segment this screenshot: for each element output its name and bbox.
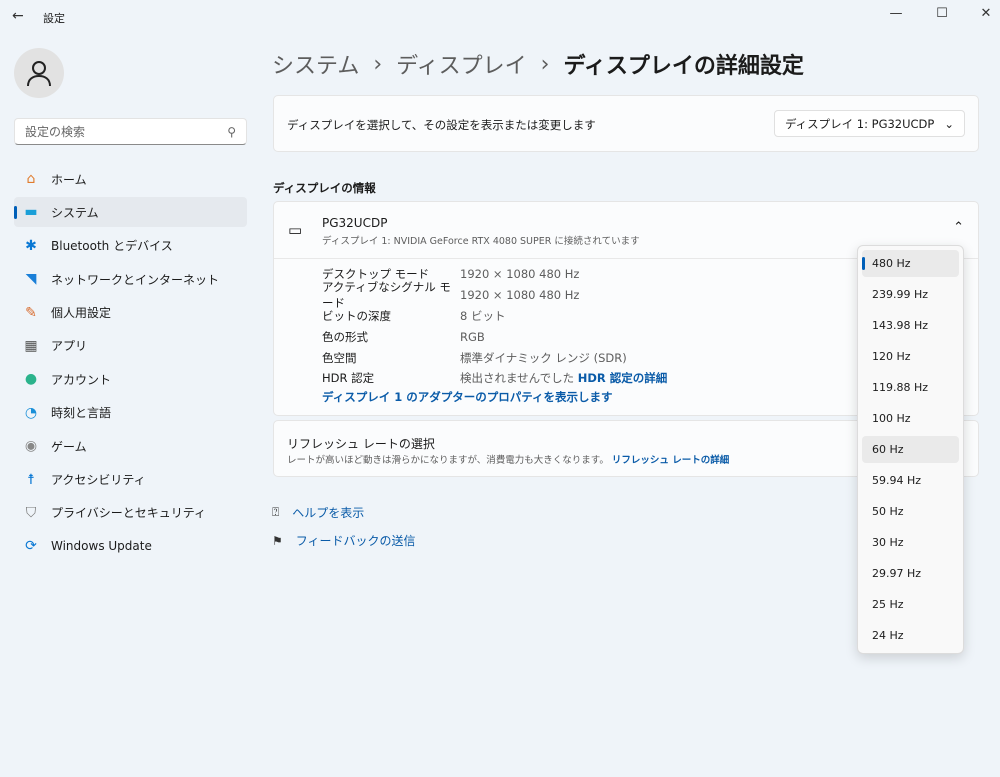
breadcrumb-system[interactable]: システム <box>272 48 359 80</box>
refresh-title: リフレッシュ レートの選択 <box>287 437 435 451</box>
sidebar-item-label: アクセシビリティ <box>51 473 146 488</box>
info-key: アクティブなシグナル モード <box>322 280 451 311</box>
minimize-button[interactable]: — <box>886 6 906 21</box>
sidebar-item-label: アプリ <box>51 339 88 354</box>
sidebar-item-bluetooth[interactable]: ✱ Bluetooth とデバイス <box>14 231 247 261</box>
chevron-right-icon: › <box>540 51 550 77</box>
section-title: ディスプレイの情報 <box>273 181 376 195</box>
wifi-icon: ◥ <box>25 271 37 288</box>
game-icon: ◉ <box>24 438 38 455</box>
account-icon: ● <box>24 371 38 388</box>
info-value: 8 ビット <box>460 308 506 323</box>
refresh-option[interactable]: 100 Hz <box>862 405 959 432</box>
feedback-label: フィードバックの送信 <box>295 534 416 548</box>
refresh-option[interactable]: 30 Hz <box>862 529 959 556</box>
search-icon: ⚲ <box>227 124 236 139</box>
info-key: ビットの深度 <box>322 308 391 323</box>
sidebar-item-label: Bluetooth とデバイス <box>51 239 173 254</box>
close-button[interactable]: ✕ <box>976 6 996 21</box>
sidebar-nav: ⌂ ホーム ▬ システム ✱ Bluetooth とデバイス ◥ ネットワークとインターネット… <box>14 164 247 565</box>
info-value: RGB <box>460 329 485 344</box>
refresh-option[interactable]: 480 Hz <box>862 250 959 277</box>
sidebar-item-label: ネットワークとインターネット <box>51 272 220 287</box>
refresh-option[interactable]: 119.88 Hz <box>862 374 959 401</box>
sidebar-item-brush[interactable]: ✎ 個人用設定 <box>14 298 247 328</box>
page-title: ディスプレイの詳細設定 <box>563 54 804 79</box>
refresh-option[interactable]: 50 Hz <box>862 498 959 525</box>
accessibility-icon: ☨ <box>27 471 35 488</box>
maximize-button[interactable]: ☐ <box>932 6 952 21</box>
sidebar-item-windows-update[interactable]: ⟳ Windows Update <box>14 531 247 561</box>
chevron-up-icon[interactable]: ⌃ <box>953 220 964 235</box>
breadcrumb-display[interactable]: ディスプレイ <box>396 48 526 80</box>
system-icon: ▬ <box>24 204 38 221</box>
display-name: PG32UCDP <box>322 216 388 230</box>
display-select[interactable]: ディスプレイ 1: PG32UCDP ⌄ <box>773 110 965 137</box>
info-key: 色空間 <box>322 350 357 365</box>
avatar[interactable] <box>14 48 64 98</box>
info-value: 検出されませんでした <box>460 371 575 386</box>
sidebar-item-apps[interactable]: ▦ アプリ <box>14 331 247 361</box>
info-key: 色の形式 <box>322 329 368 344</box>
sidebar-item-label: プライバシーとセキュリティ <box>51 506 207 521</box>
refresh-option[interactable]: 24 Hz <box>862 622 959 649</box>
bluetooth-icon: ✱ <box>25 237 37 254</box>
sidebar-item-system[interactable]: ▬ システム <box>14 197 247 228</box>
app-title: 設定 <box>43 12 65 25</box>
refresh-option[interactable]: 143.98 Hz <box>862 312 959 339</box>
hdr-details-link[interactable]: HDR 認定の詳細 <box>578 370 668 386</box>
refresh-option[interactable]: 59.94 Hz <box>862 467 959 494</box>
apps-icon: ▦ <box>24 337 38 354</box>
get-help-link[interactable]: ⍰ ヘルプを表示 <box>272 504 364 521</box>
user-icon <box>27 61 51 87</box>
sidebar-item-label: ホーム <box>51 172 87 187</box>
time-language-icon: ◔ <box>24 404 38 421</box>
sidebar-item-shield[interactable]: ⛉ プライバシーとセキュリティ <box>14 498 247 528</box>
search-input[interactable]: 設定の検索 ⚲ <box>14 118 247 145</box>
refresh-details-link[interactable]: リフレッシュ レートの詳細 <box>612 455 729 466</box>
display-subtitle: ディスプレイ 1: NVIDIA GeForce RTX 4080 SUPER … <box>322 236 640 247</box>
monitor-icon: ▭ <box>288 221 303 239</box>
sidebar-item-label: ゲーム <box>51 439 87 454</box>
refresh-option[interactable]: 29.97 Hz <box>862 560 959 587</box>
select-display-card: ディスプレイを選択して、その設定を表示または変更します ディスプレイ 1: PG… <box>273 95 979 152</box>
sidebar-item-wifi[interactable]: ◥ ネットワークとインターネット <box>14 264 247 294</box>
title-bar: ← 設定 — ☐ ✕ <box>0 0 1000 32</box>
home-icon: ⌂ <box>26 171 36 187</box>
windows-update-icon: ⟳ <box>25 538 37 555</box>
sidebar-item-label: アカウント <box>51 372 112 387</box>
sidebar-item-label: システム <box>51 205 99 220</box>
search-placeholder: 設定の検索 <box>25 125 86 139</box>
refresh-option[interactable]: 120 Hz <box>862 343 959 370</box>
info-value: 1920 × 1080 480 Hz <box>460 267 580 282</box>
sidebar-item-label: Windows Update <box>51 539 152 554</box>
breadcrumb: システム › ディスプレイ › ディスプレイの詳細設定 <box>272 48 804 80</box>
refresh-option[interactable]: 25 Hz <box>862 591 959 618</box>
sidebar-item-label: 個人用設定 <box>51 306 112 321</box>
get-help-label: ヘルプを表示 <box>292 506 365 520</box>
sidebar-item-home[interactable]: ⌂ ホーム <box>14 164 247 194</box>
refresh-desc: レートが高いほど動きは滑らかになりますが、消費電力も大きくなります。 リフレッシ… <box>287 455 730 466</box>
info-key: HDR 認定 <box>322 371 375 386</box>
sidebar-item-accessibility[interactable]: ☨ アクセシビリティ <box>14 465 247 495</box>
back-button[interactable]: ← <box>12 8 24 24</box>
feedback-link[interactable]: ⚑ フィードバックの送信 <box>272 532 416 549</box>
sidebar-item-game[interactable]: ◉ ゲーム <box>14 431 247 461</box>
shield-icon: ⛉ <box>25 504 37 521</box>
select-display-label: ディスプレイを選択して、その設定を表示または変更します <box>287 118 596 132</box>
refresh-option[interactable]: 239.99 Hz <box>862 281 959 308</box>
info-value: 標準ダイナミック レンジ (SDR) <box>460 350 627 365</box>
info-value: 1920 × 1080 480 Hz <box>460 288 580 303</box>
brush-icon: ✎ <box>25 304 37 321</box>
chevron-right-icon: › <box>373 51 383 77</box>
refresh-option[interactable]: 60 Hz <box>862 436 959 463</box>
display-select-value: ディスプレイ 1: PG32UCDP <box>784 116 935 131</box>
chevron-down-icon: ⌄ <box>944 116 954 131</box>
sidebar-item-label: 時刻と言語 <box>51 406 112 421</box>
sidebar-item-time-language[interactable]: ◔ 時刻と言語 <box>14 398 247 428</box>
feedback-icon: ⚑ <box>272 533 283 548</box>
refresh-rate-dropdown[interactable]: 480 Hz 239.99 Hz 143.98 Hz 120 Hz 119.88 Hz 1… <box>857 245 964 654</box>
sidebar-item-account[interactable]: ● アカウント <box>14 364 247 394</box>
help-icon: ⍰ <box>272 505 280 519</box>
